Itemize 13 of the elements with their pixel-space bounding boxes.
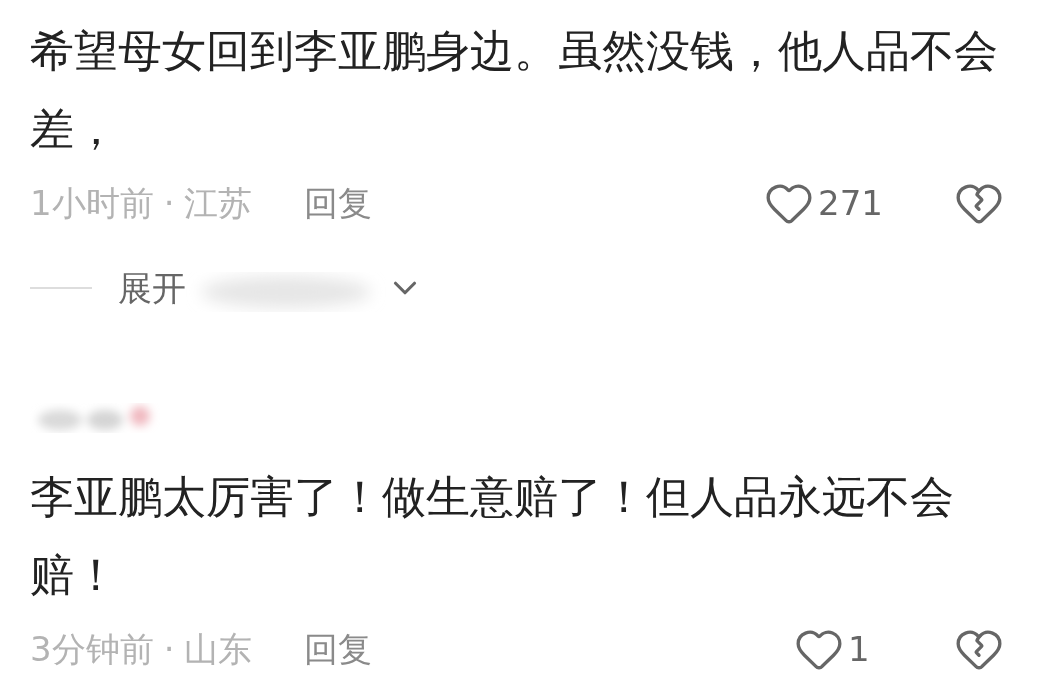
separator-dot: · [163,181,175,225]
comment-text: 李亚鹏太厉害了！做生意赔了！但人品永远不会赔！ [30,470,955,602]
like-count: 271 [818,181,884,225]
separator-dot: · [163,627,175,671]
comment-location: 山东 [184,627,253,671]
like-count: 1 [848,627,871,671]
expand-replies-button[interactable]: 展开 [118,262,186,314]
comment-text: 希望母女回到李亚鹏身边。虽然没钱，他人品不会差， [30,24,999,156]
comment-time: 3分钟前 [30,627,154,671]
reply-button[interactable]: 回复 [304,177,373,229]
comment-time: 1小时前 [30,181,154,225]
reply-button[interactable]: 回复 [304,623,373,675]
comment-location: 江苏 [184,181,253,225]
